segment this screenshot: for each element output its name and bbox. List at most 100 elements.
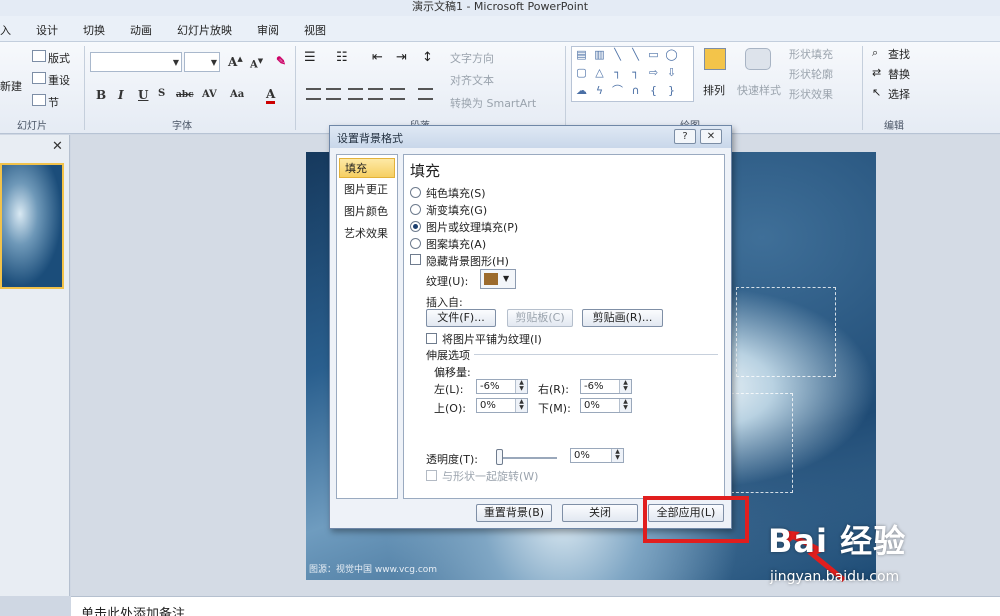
tab-slideshow[interactable]: 幻灯片放映 <box>177 22 232 38</box>
vtextbox-shape-icon[interactable]: ▥ <box>592 49 607 62</box>
smartart-button[interactable]: 转换为 SmartArt <box>450 95 536 111</box>
change-case-icon[interactable]: Aa <box>230 89 244 100</box>
select-button[interactable]: 选择 <box>888 86 910 102</box>
clipboard-button[interactable]: 剪贴板(C) <box>507 309 573 327</box>
file-button[interactable]: 文件(F)... <box>426 309 496 327</box>
bottom-offset-input[interactable]: 0% ▲ ▼ <box>580 398 632 413</box>
right-arrow-shape-icon[interactable]: ⇨ <box>646 67 661 80</box>
justify-icon[interactable] <box>368 88 383 100</box>
transparency-input[interactable]: 0% ▲ ▼ <box>570 448 624 463</box>
transparency-slider-thumb[interactable] <box>496 449 503 465</box>
columns-icon[interactable] <box>418 88 433 100</box>
underline-icon[interactable]: U <box>138 88 148 102</box>
spinner-icon[interactable]: ▲ ▼ <box>515 399 527 412</box>
close-button[interactable]: ✕ <box>700 129 722 144</box>
tile-texture-checkbox[interactable] <box>426 333 437 344</box>
font-color-icon[interactable]: A <box>266 87 276 104</box>
radio-picture-fill[interactable] <box>410 221 421 232</box>
align-center-icon[interactable] <box>326 88 341 100</box>
clear-format-icon[interactable]: ✎ <box>276 54 286 68</box>
nav-picture-color[interactable]: 图片颜色 <box>339 202 395 222</box>
char-spacing-icon[interactable]: AV <box>202 89 217 100</box>
tab-review[interactable]: 审阅 <box>257 22 279 38</box>
textbox-shape-icon[interactable]: ▤ <box>574 49 589 62</box>
layout-button[interactable]: 版式 <box>48 50 70 66</box>
bullets-icon[interactable]: ☰ <box>304 50 316 65</box>
align-right-icon[interactable] <box>348 88 363 100</box>
reset-background-button[interactable]: 重置背景(B) <box>476 504 552 522</box>
replace-button[interactable]: 替换 <box>888 66 910 82</box>
quick-styles-button[interactable]: 快速样式 <box>737 82 781 98</box>
radio-solid-fill[interactable] <box>410 187 421 198</box>
strikethrough-icon[interactable]: abc <box>176 90 194 100</box>
brace-right-shape-icon[interactable]: } <box>664 85 679 98</box>
tab-animations[interactable]: 动画 <box>130 22 152 38</box>
transparency-slider-track[interactable] <box>499 457 557 459</box>
rotate-with-shape-checkbox[interactable] <box>426 470 437 481</box>
triangle-shape-icon[interactable]: △ <box>592 67 607 80</box>
find-button[interactable]: 查找 <box>888 46 910 62</box>
nav-fill[interactable]: 填充 <box>339 158 395 178</box>
arc-shape-icon[interactable]: ⌒ <box>610 85 625 98</box>
elbow-shape-icon[interactable]: ┐ <box>610 67 625 80</box>
section-button[interactable]: 节 <box>48 94 59 110</box>
align-left-icon[interactable] <box>306 88 321 100</box>
text-direction-button[interactable]: 文字方向 <box>450 50 494 66</box>
notes-pane[interactable]: 单击此处添加备注 <box>71 596 1000 616</box>
arrange-button[interactable]: 排列 <box>703 82 725 98</box>
align-text-button[interactable]: 对齐文本 <box>450 72 494 88</box>
shape-fill-button[interactable]: 形状填充 <box>789 46 833 62</box>
dialog-titlebar[interactable]: 设置背景格式 ? ✕ <box>330 126 731 148</box>
brace-left-shape-icon[interactable]: { <box>646 85 661 98</box>
texture-picker[interactable]: ▼ <box>480 269 516 289</box>
shapes-gallery[interactable]: ▤ ▥ ╲ ╲ ▭ ◯ ▢ △ ┐ ┐ ⇨ ⇩ ☁ ϟ ⌒ ∩ { } <box>571 46 694 102</box>
shrink-font-icon[interactable]: A▼ <box>250 56 263 70</box>
radio-pattern-fill[interactable] <box>410 238 421 249</box>
top-offset-input[interactable]: 0% ▲ ▼ <box>476 398 528 413</box>
italic-icon[interactable]: I <box>118 88 124 102</box>
tab-insert[interactable]: 入 <box>0 22 11 38</box>
clipart-button[interactable]: 剪贴画(R)... <box>582 309 663 327</box>
oval-shape-icon[interactable]: ◯ <box>664 49 679 62</box>
right-offset-input[interactable]: -6% ▲ ▼ <box>580 379 632 394</box>
close-pane-icon[interactable]: ✕ <box>52 139 63 154</box>
shape-effects-button[interactable]: 形状效果 <box>789 86 833 102</box>
new-slide-button[interactable]: 新建 <box>0 78 22 94</box>
distributed-icon[interactable] <box>390 88 405 100</box>
hide-graphics-checkbox[interactable] <box>410 254 421 265</box>
slide-thumbnail[interactable] <box>0 163 64 289</box>
shape-outline-button[interactable]: 形状轮廓 <box>789 66 833 82</box>
tab-design[interactable]: 设计 <box>36 22 58 38</box>
spinner-icon[interactable]: ▲ ▼ <box>619 380 631 393</box>
down-arrow-shape-icon[interactable]: ⇩ <box>664 67 679 80</box>
help-button[interactable]: ? <box>674 129 696 144</box>
elbow-arrow-shape-icon[interactable]: ┐ <box>628 67 643 80</box>
tab-view[interactable]: 视图 <box>304 22 326 38</box>
spinner-icon[interactable]: ▲ ▼ <box>611 449 623 462</box>
font-name-combo[interactable]: ▼ <box>90 52 182 72</box>
cloud-shape-icon[interactable]: ☁ <box>574 85 589 98</box>
reset-button[interactable]: 重设 <box>48 72 70 88</box>
font-size-combo[interactable]: ▼ <box>184 52 220 72</box>
bold-icon[interactable]: B <box>96 88 106 102</box>
increase-indent-icon[interactable]: ⇥ <box>396 50 407 65</box>
close-dialog-button[interactable]: 关闭 <box>562 504 638 522</box>
nav-artistic-effects[interactable]: 艺术效果 <box>339 224 395 244</box>
decrease-indent-icon[interactable]: ⇤ <box>372 50 383 65</box>
left-offset-input[interactable]: -6% ▲ ▼ <box>476 379 528 394</box>
tab-transitions[interactable]: 切换 <box>83 22 105 38</box>
line2-shape-icon[interactable]: ╲ <box>628 49 643 62</box>
nav-picture-corrections[interactable]: 图片更正 <box>339 180 395 200</box>
rounded-rect-shape-icon[interactable]: ▢ <box>574 67 589 80</box>
spinner-icon[interactable]: ▲ ▼ <box>619 399 631 412</box>
lightning-shape-icon[interactable]: ϟ <box>592 85 607 98</box>
line-spacing-icon[interactable]: ↕ <box>422 50 433 65</box>
line-shape-icon[interactable]: ╲ <box>610 49 625 62</box>
rectangle-shape-icon[interactable]: ▭ <box>646 49 661 62</box>
numbering-icon[interactable]: ☷ <box>336 50 348 65</box>
shadow-text-icon[interactable]: S <box>158 88 165 99</box>
grow-font-icon[interactable]: A▲ <box>228 54 243 69</box>
curve-shape-icon[interactable]: ∩ <box>628 85 643 98</box>
radio-gradient-fill[interactable] <box>410 204 421 215</box>
spinner-icon[interactable]: ▲ ▼ <box>515 380 527 393</box>
